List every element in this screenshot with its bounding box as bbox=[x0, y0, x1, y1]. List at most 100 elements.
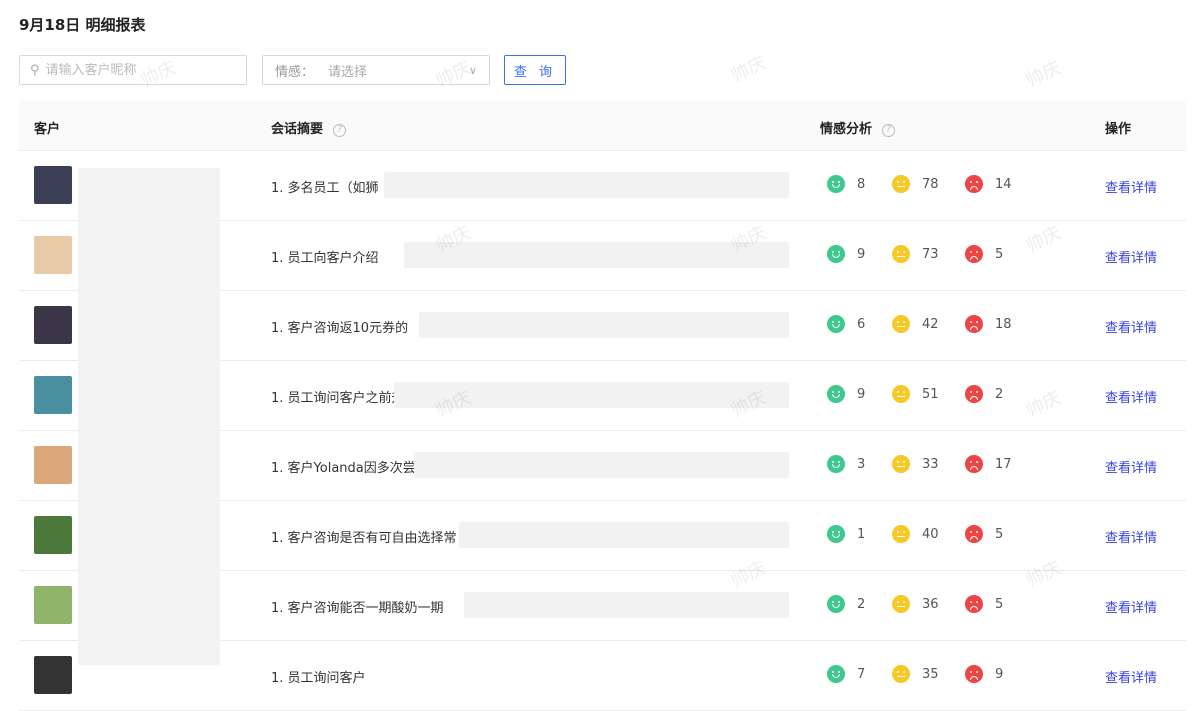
negative-score: 5 bbox=[965, 245, 1003, 263]
sad-face-icon bbox=[965, 525, 983, 543]
neutral-value: 36 bbox=[922, 596, 939, 612]
neutral-face-icon bbox=[892, 665, 910, 683]
negative-value: 18 bbox=[995, 316, 1012, 332]
avatar bbox=[34, 166, 72, 204]
summary-redaction bbox=[414, 452, 789, 478]
neutral-face-icon bbox=[892, 385, 910, 403]
smile-face-icon bbox=[827, 595, 845, 613]
neutral-value: 73 bbox=[922, 246, 939, 262]
smile-face-icon bbox=[827, 385, 845, 403]
neutral-value: 51 bbox=[922, 386, 939, 402]
negative-value: 5 bbox=[995, 596, 1004, 612]
neutral-face-icon bbox=[892, 175, 910, 193]
positive-score: 1 bbox=[827, 525, 865, 543]
help-icon[interactable]: ? bbox=[882, 124, 896, 137]
sad-face-icon bbox=[965, 665, 983, 683]
positive-score: 2 bbox=[827, 595, 865, 613]
sentiment-select[interactable]: 情感： 请选择 ∨ bbox=[262, 55, 490, 85]
neutral-value: 33 bbox=[922, 456, 939, 472]
neutral-face-icon bbox=[892, 525, 910, 543]
negative-value: 5 bbox=[995, 526, 1004, 542]
negative-value: 5 bbox=[995, 246, 1004, 262]
smile-face-icon bbox=[827, 665, 845, 683]
neutral-face-icon bbox=[892, 595, 910, 613]
column-sentiment: 情感分析? bbox=[820, 118, 896, 137]
positive-score: 8 bbox=[827, 175, 865, 193]
smile-face-icon bbox=[827, 315, 845, 333]
summary-redaction bbox=[404, 242, 789, 268]
avatar bbox=[34, 446, 72, 484]
negative-value: 14 bbox=[995, 176, 1012, 192]
negative-score: 9 bbox=[965, 665, 1003, 683]
summary-text: 1. 客户咨询能否一期酸奶一期 bbox=[271, 601, 444, 616]
sad-face-icon bbox=[965, 385, 983, 403]
positive-score: 9 bbox=[827, 245, 865, 263]
view-details-link[interactable]: 查看详情 bbox=[1105, 177, 1157, 196]
positive-score: 9 bbox=[827, 385, 865, 403]
customer-search-field[interactable]: ⚲ bbox=[19, 55, 247, 85]
sentiment-label: 情感： bbox=[275, 64, 315, 80]
negative-value: 17 bbox=[995, 456, 1012, 472]
neutral-face-icon bbox=[892, 455, 910, 473]
positive-value: 8 bbox=[857, 176, 866, 192]
column-action: 操作 bbox=[1105, 122, 1132, 137]
watermark: 帅庆 bbox=[727, 52, 770, 87]
view-details-link[interactable]: 查看详情 bbox=[1105, 457, 1157, 476]
neutral-value: 42 bbox=[922, 316, 939, 332]
positive-value: 2 bbox=[857, 596, 866, 612]
column-summary-label: 会话摘要 bbox=[271, 122, 324, 137]
column-customer: 客户 bbox=[34, 122, 61, 137]
summary-text: 1. 员工询问客户 bbox=[271, 671, 366, 686]
positive-score: 3 bbox=[827, 455, 865, 473]
view-details-link[interactable]: 查看详情 bbox=[1105, 597, 1157, 616]
positive-value: 9 bbox=[857, 246, 866, 262]
positive-score: 7 bbox=[827, 665, 865, 683]
customer-search-input[interactable] bbox=[45, 62, 226, 78]
search-icon: ⚲ bbox=[30, 62, 40, 78]
neutral-face-icon bbox=[892, 245, 910, 263]
neutral-value: 40 bbox=[922, 526, 939, 542]
positive-value: 6 bbox=[857, 316, 866, 332]
avatar bbox=[34, 516, 72, 554]
view-details-link[interactable]: 查看详情 bbox=[1105, 247, 1157, 266]
negative-score: 5 bbox=[965, 595, 1003, 613]
neutral-score: 36 bbox=[892, 595, 939, 613]
view-details-link[interactable]: 查看详情 bbox=[1105, 317, 1157, 336]
neutral-score: 78 bbox=[892, 175, 939, 193]
neutral-face-icon bbox=[892, 315, 910, 333]
positive-value: 9 bbox=[857, 386, 866, 402]
view-details-link[interactable]: 查看详情 bbox=[1105, 527, 1157, 546]
view-details-link[interactable]: 查看详情 bbox=[1105, 387, 1157, 406]
summary-text: 1. 员工向客户介绍 bbox=[271, 251, 379, 266]
negative-value: 2 bbox=[995, 386, 1004, 402]
summary-text: 1. 多名员工（如狮 bbox=[271, 181, 379, 196]
neutral-score: 33 bbox=[892, 455, 939, 473]
summary-text: 1. 客户咨询返10元券的 bbox=[271, 321, 409, 336]
smile-face-icon bbox=[827, 455, 845, 473]
neutral-score: 42 bbox=[892, 315, 939, 333]
summary-redaction bbox=[384, 172, 789, 198]
smile-face-icon bbox=[827, 525, 845, 543]
sad-face-icon bbox=[965, 315, 983, 333]
smile-face-icon bbox=[827, 245, 845, 263]
sad-face-icon bbox=[965, 595, 983, 613]
sad-face-icon bbox=[965, 175, 983, 193]
negative-score: 14 bbox=[965, 175, 1012, 193]
positive-value: 1 bbox=[857, 526, 866, 542]
help-icon[interactable]: ? bbox=[333, 124, 347, 137]
chevron-down-icon: ∨ bbox=[468, 63, 477, 77]
summary-redaction bbox=[464, 592, 789, 618]
negative-score: 2 bbox=[965, 385, 1003, 403]
table-header: 客户 会话摘要? 情感分析? 操作 bbox=[19, 101, 1186, 151]
summary-redaction bbox=[459, 522, 789, 548]
avatar bbox=[34, 306, 72, 344]
query-button[interactable]: 查 询 bbox=[504, 55, 566, 85]
view-details-link[interactable]: 查看详情 bbox=[1105, 667, 1157, 686]
avatar bbox=[34, 236, 72, 274]
sad-face-icon bbox=[965, 455, 983, 473]
customer-name-redaction bbox=[78, 168, 220, 665]
sentiment-placeholder: 请选择 bbox=[328, 64, 368, 80]
summary-text: 1. 客户咨询是否有可自由选择常 bbox=[271, 531, 457, 546]
column-summary: 会话摘要? bbox=[271, 118, 347, 137]
negative-score: 17 bbox=[965, 455, 1012, 473]
